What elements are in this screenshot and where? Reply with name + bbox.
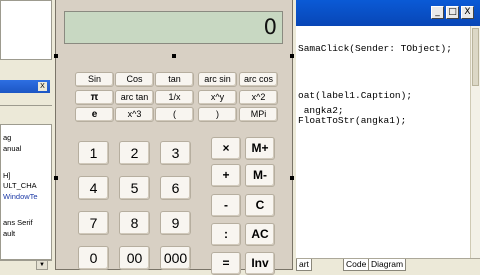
- code-line: oat(label1.Caption);: [298, 90, 413, 101]
- clear-button[interactable]: C: [245, 194, 275, 217]
- digit-2-button[interactable]: 2: [119, 141, 150, 165]
- inspector-toolbar: [0, 94, 52, 106]
- property-row[interactable]: ault: [3, 229, 51, 238]
- property-row[interactable]: anual: [3, 144, 51, 153]
- close-button[interactable]: X: [461, 6, 474, 19]
- subtract-button[interactable]: -: [211, 194, 241, 217]
- add-button[interactable]: +: [211, 164, 241, 187]
- selection-handle[interactable]: [54, 54, 58, 58]
- property-row[interactable]: WindowTe: [3, 192, 51, 201]
- close-paren-button[interactable]: ): [198, 107, 237, 122]
- digit-0-button[interactable]: 0: [78, 246, 109, 270]
- digit-9-button[interactable]: 9: [160, 211, 191, 235]
- sin-button[interactable]: Sin: [75, 72, 114, 87]
- tab-code[interactable]: Code: [343, 259, 370, 271]
- arctan-button[interactable]: arc tan: [115, 90, 154, 105]
- left-tool-panels: X ag anual H] ULT_CHA WindowTe ans Serif…: [0, 0, 55, 271]
- digit-4-button[interactable]: 4: [78, 176, 109, 200]
- editor-tab-bar: art Code Diagram: [296, 258, 480, 271]
- all-clear-button[interactable]: AC: [245, 223, 275, 246]
- tab-form[interactable]: art: [296, 259, 312, 271]
- digit-1-button[interactable]: 1: [78, 141, 109, 165]
- double-zero-button[interactable]: 00: [119, 246, 150, 270]
- arcsin-button[interactable]: arc sin: [198, 72, 237, 87]
- memory-subtract-button[interactable]: M-: [245, 164, 275, 187]
- triple-zero-button[interactable]: 000: [160, 246, 191, 270]
- dropdown-arrow-icon[interactable]: ▼: [36, 260, 48, 270]
- cos-button[interactable]: Cos: [115, 72, 154, 87]
- ide-title-bar: _ □ X: [296, 0, 480, 26]
- mpi-button[interactable]: MPi: [239, 107, 278, 122]
- reciprocal-button[interactable]: 1/x: [155, 90, 194, 105]
- multiply-button[interactable]: ×: [211, 137, 241, 160]
- panel-close-icon[interactable]: X: [38, 82, 47, 91]
- calculator-form: 0 Sin Cos tan arc sin arc cos π arc tan …: [54, 0, 294, 275]
- property-row[interactable]: ag: [3, 133, 51, 142]
- square-button[interactable]: x^2: [239, 90, 278, 105]
- selection-handle[interactable]: [172, 54, 176, 58]
- scrollbar-thumb[interactable]: [472, 28, 479, 86]
- property-row[interactable]: ULT_CHA: [3, 181, 51, 190]
- tab-diagram[interactable]: Diagram: [368, 259, 407, 271]
- cube-button[interactable]: x^3: [115, 107, 154, 122]
- memory-add-button[interactable]: M+: [245, 137, 275, 160]
- selection-handle[interactable]: [54, 176, 58, 180]
- pi-button[interactable]: π: [75, 90, 114, 105]
- property-row[interactable]: H]: [3, 171, 51, 180]
- digit-8-button[interactable]: 8: [119, 211, 150, 235]
- structure-tree-panel[interactable]: [0, 0, 52, 60]
- digit-5-button[interactable]: 5: [119, 176, 150, 200]
- arccos-button[interactable]: arc cos: [239, 72, 278, 87]
- calculator-display: 0: [64, 11, 283, 44]
- selection-handle[interactable]: [290, 176, 294, 180]
- digit-3-button[interactable]: 3: [160, 141, 191, 165]
- open-paren-button[interactable]: (: [155, 107, 194, 122]
- tan-button[interactable]: tan: [155, 72, 194, 87]
- object-inspector[interactable]: ag anual H] ULT_CHA WindowTe ans Serif a…: [0, 124, 52, 260]
- digit-6-button[interactable]: 6: [160, 176, 191, 200]
- inverse-button[interactable]: Inv: [245, 252, 275, 275]
- editor-scrollbar[interactable]: [470, 26, 480, 258]
- digit-7-button[interactable]: 7: [78, 211, 109, 235]
- selection-handle[interactable]: [290, 54, 294, 58]
- maximize-button[interactable]: □: [446, 6, 459, 19]
- minimize-button[interactable]: _: [431, 6, 444, 19]
- e-button[interactable]: e: [75, 107, 114, 122]
- power-button[interactable]: x^y: [198, 90, 237, 105]
- code-editor[interactable]: SamaClick(Sender: TObject); oat(label1.C…: [296, 26, 470, 258]
- divide-button[interactable]: :: [211, 223, 241, 246]
- code-line: FloatToStr(angka1);: [298, 115, 407, 126]
- property-row[interactable]: ans Serif: [3, 218, 51, 227]
- code-line: SamaClick(Sender: TObject);: [298, 43, 452, 54]
- equals-button[interactable]: =: [211, 252, 241, 275]
